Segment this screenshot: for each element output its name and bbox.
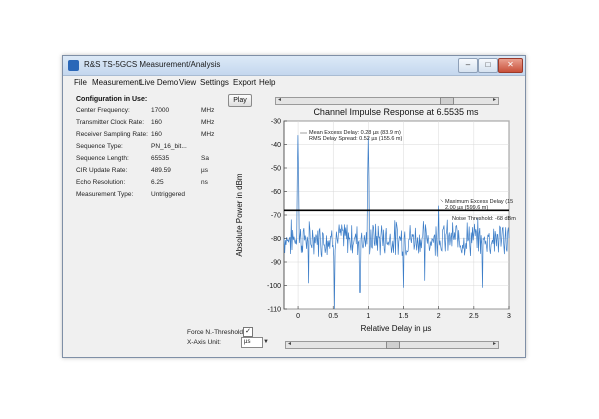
x-tick-label: 1.5 [399,313,409,320]
y-tick-label: -70 [271,213,281,220]
x-tick-label: 2.5 [469,313,479,320]
config-row: Center Frequency: 17000 MHz [63,107,233,119]
config-label: CIR Update Rate: [76,167,128,174]
config-value: 17000 [151,107,170,114]
app-icon [68,60,79,71]
rms-spread-annotation: RMS Delay Spread: 0.52 µs (155.6 m) [309,136,403,142]
config-row: Sequence Type: PN_16_bit... [63,143,233,155]
config-row: CIR Update Rate: 489.59 µs [63,167,233,179]
config-label: Sequence Length: [76,155,129,162]
config-row: Receiver Sampling Rate: 160 MHz [63,131,233,143]
config-label: Sequence Type: [76,143,123,150]
impulse-response-chart: 0 0.5 1 1.5 2 2.5 3 -30 -40 -50 -60 -70 -80 -90 -100 -1… [235,107,516,333]
menu-settings[interactable]: Settings [200,78,229,87]
config-row: Transmitter Clock Rate: 160 MHz [63,119,233,131]
window-title: R&S TS-5GCS Measurement/Analysis [84,60,221,69]
y-tick-label: -80 [271,236,281,243]
title-bar[interactable]: R&S TS-5GCS Measurement/Analysis – □ ✕ [63,56,525,76]
config-value: 489.59 [151,167,171,174]
y-axis-label: Absolute Power in dBm [235,173,244,256]
config-label: Echo Resolution: [76,179,126,186]
menu-measurement[interactable]: Measurement [92,78,141,87]
y-tick-label: -30 [271,119,281,126]
config-row: Echo Resolution: 6.25 ns [63,179,233,191]
config-label: Receiver Sampling Rate: [76,131,148,138]
config-title: Configuration in Use: [76,96,148,103]
config-value: 160 [151,119,162,126]
config-unit: ns [201,179,208,186]
menu-bar: File Measurement Live Demo View Settings… [63,76,525,90]
config-value: 6.25 [151,179,164,186]
x-tick-label: 1 [366,313,370,320]
config-unit: MHz [201,119,215,126]
config-value: PN_16_bit... [151,143,187,150]
menu-live-demo[interactable]: Live Demo [140,78,178,87]
x-axis-unit-select[interactable]: µs [241,337,263,348]
y-tick-label: -110 [268,307,282,314]
x-axis-label: Relative Delay in µs [361,324,432,333]
force-threshold-checkbox[interactable]: ✓ [243,327,253,337]
config-unit: Sa [201,155,209,162]
menu-help[interactable]: Help [259,78,275,87]
delay-range-slider-thumb[interactable] [386,341,400,349]
maximize-button[interactable]: □ [478,58,498,73]
app-window: R&S TS-5GCS Measurement/Analysis – □ ✕ F… [62,55,526,358]
force-threshold-label: Force N.-Threshold: [187,329,245,336]
y-tick-label: -90 [271,260,281,267]
y-tick-label: -100 [267,283,281,290]
config-unit: µs [201,167,208,174]
slider-right-arrow-icon[interactable]: ▸ [493,340,496,347]
x-axis-unit-label: X-Axis Unit: [187,339,221,346]
x-tick-label: 2 [437,313,441,320]
max-excess-value-annotation: 2.00 µs (599.6 m) [445,205,488,211]
config-label: Transmitter Clock Rate: [76,119,145,126]
chart-title: Channel Impulse Response at 6.5535 ms [313,107,479,117]
config-label: Center Frequency: [76,107,130,114]
minimize-button[interactable]: – [458,58,478,73]
config-value: 160 [151,131,162,138]
delay-range-slider[interactable]: ◂ ▸ [285,341,499,349]
menu-view[interactable]: View [179,78,196,87]
noise-threshold-annotation: Noise Threshold: -68 dBm [452,216,516,222]
y-tick-label: -40 [271,142,281,149]
y-tick-label: -60 [271,189,281,196]
slider-left-arrow-icon[interactable]: ◂ [288,340,291,347]
config-unit: MHz [201,131,215,138]
config-label: Measurement Type: [76,191,134,198]
x-tick-label: 0.5 [328,313,338,320]
menu-file[interactable]: File [74,78,87,87]
x-tick-label: 0 [296,313,300,320]
y-tick-label: -50 [271,166,281,173]
config-unit: MHz [201,107,215,114]
close-button[interactable]: ✕ [498,58,523,73]
x-tick-label: 3 [507,313,511,320]
config-value: 65535 [151,155,170,162]
config-row: Sequence Length: 65535 Sa [63,155,233,167]
menu-export[interactable]: Export [233,78,256,87]
chevron-down-icon[interactable]: ▼ [263,339,269,345]
config-value: Untriggered [151,191,185,198]
config-row: Measurement Type: Untriggered [63,191,233,203]
